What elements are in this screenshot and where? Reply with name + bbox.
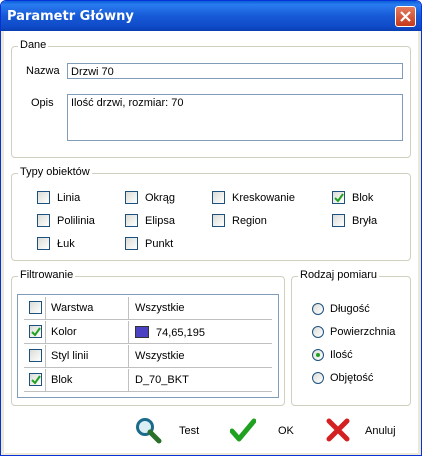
- color-swatch: [135, 326, 149, 338]
- nazwa-label: Nazwa: [26, 65, 60, 77]
- test-button[interactable]: Test: [134, 413, 214, 449]
- typ-checkbox-item[interactable]: Polilinia: [37, 214, 127, 229]
- cancel-x-icon: [326, 418, 350, 442]
- filter-value-text: 74,65,195: [156, 327, 205, 339]
- checkmark-icon: [230, 418, 256, 442]
- typ-checkbox[interactable]: [37, 237, 50, 250]
- filter-checkbox[interactable]: [29, 325, 42, 338]
- typy-group-label: Typy obiektów: [18, 166, 92, 178]
- typ-checkbox[interactable]: [332, 214, 345, 227]
- typ-checkbox-item[interactable]: Kreskowanie: [212, 191, 302, 206]
- dialog-window: Parametr Główny Dane Nazwa Drzwi 70 Opis…: [0, 0, 422, 456]
- title-bar[interactable]: Parametr Główny: [1, 1, 421, 31]
- rodzaj-radio[interactable]: [312, 326, 324, 338]
- typ-checkbox-item[interactable]: Region: [212, 214, 302, 229]
- typ-checkbox[interactable]: [125, 237, 138, 250]
- filter-cell-check: [24, 321, 46, 343]
- filter-cell-name: Kolor: [47, 321, 129, 343]
- filter-cell-name: Warstwa: [47, 297, 129, 319]
- opis-label: Opis: [31, 97, 54, 109]
- filter-value-text: D_70_BKT: [135, 374, 189, 386]
- typ-checkbox-label: Linia: [57, 192, 81, 204]
- filter-cell-value[interactable]: Wszystkie: [130, 345, 272, 367]
- typ-checkbox-item[interactable]: Okrąg: [125, 191, 215, 206]
- filter-row[interactable]: Blok D_70_BKT: [24, 369, 272, 392]
- typ-checkbox-item[interactable]: Elipsa: [125, 214, 215, 229]
- typ-checkbox[interactable]: [212, 214, 225, 227]
- typ-checkbox-label: Region: [232, 215, 267, 227]
- filter-row[interactable]: Warstwa Wszystkie: [24, 297, 272, 320]
- rodzaj-radio-item[interactable]: Powierzchnia: [312, 326, 408, 340]
- typ-checkbox-item[interactable]: Punkt: [125, 237, 215, 252]
- typ-checkbox-item[interactable]: Bryła: [332, 214, 421, 229]
- rodzaj-radio[interactable]: [312, 372, 324, 384]
- cancel-button[interactable]: Anuluj: [326, 413, 406, 449]
- dialog-body: Dane Nazwa Drzwi 70 Opis Ilość drzwi, ro…: [4, 31, 418, 453]
- check-icon: [334, 193, 344, 203]
- typ-checkbox[interactable]: [125, 191, 138, 204]
- filter-cell-value[interactable]: Wszystkie: [130, 297, 272, 319]
- rodzaj-pomiaru-group: Rodzaj pomiaru Długość Powierzchnia Ilość O…: [291, 269, 411, 406]
- filter-checkbox[interactable]: [29, 349, 42, 362]
- typ-checkbox-label: Łuk: [57, 238, 75, 250]
- typ-checkbox[interactable]: [37, 214, 50, 227]
- typ-checkbox-item[interactable]: Blok: [332, 191, 421, 206]
- rodzaj-radio-item[interactable]: Ilość: [312, 349, 408, 363]
- filter-row[interactable]: Styl linii Wszystkie: [24, 345, 272, 368]
- close-button[interactable]: [395, 6, 416, 27]
- filter-cell-name: Blok: [47, 369, 129, 391]
- check-icon: [31, 327, 41, 337]
- filter-checkbox[interactable]: [29, 301, 42, 314]
- rodzaj-radio-label: Powierzchnia: [330, 326, 396, 338]
- dane-group: Dane Nazwa Drzwi 70 Opis Ilość drzwi, ro…: [11, 39, 411, 158]
- typ-checkbox-item[interactable]: Linia: [37, 191, 127, 206]
- filter-cell-name: Styl linii: [47, 345, 129, 367]
- check-icon: [31, 375, 41, 385]
- typ-checkbox-item[interactable]: Łuk: [37, 237, 127, 252]
- typ-checkbox-label: Punkt: [145, 238, 174, 250]
- nazwa-input-value: Drzwi 70: [71, 66, 114, 78]
- typ-checkbox-label: Kreskowanie: [232, 192, 295, 204]
- typ-checkbox[interactable]: [37, 191, 50, 204]
- filter-cell-value[interactable]: 74,65,195: [130, 321, 272, 343]
- filter-cell-check: [24, 369, 46, 391]
- dane-group-label: Dane: [18, 39, 49, 51]
- typ-checkbox-label: Polilinia: [57, 215, 95, 227]
- magnifier-icon: [136, 418, 162, 444]
- rodzaj-radio-item[interactable]: Objętość: [312, 372, 408, 386]
- filter-cell-value[interactable]: D_70_BKT: [130, 369, 272, 391]
- test-button-label: Test: [179, 425, 200, 437]
- cancel-button-label: Anuluj: [365, 425, 396, 437]
- filter-checkbox[interactable]: [29, 373, 42, 386]
- filter-cell-check: [24, 297, 46, 319]
- typ-checkbox[interactable]: [332, 191, 345, 204]
- window-title: Parametr Główny: [7, 9, 134, 24]
- rodzaj-group-label: Rodzaj pomiaru: [298, 269, 380, 281]
- typ-checkbox-label: Okrąg: [145, 192, 175, 204]
- rodzaj-radio-label: Ilość: [330, 349, 353, 361]
- filtrowanie-group-label: Filtrowanie: [18, 269, 76, 281]
- opis-textarea[interactable]: Ilość drzwi, rozmiar: 70: [67, 94, 403, 141]
- rodzaj-radio[interactable]: [312, 303, 324, 315]
- filter-value-text: Wszystkie: [135, 302, 185, 314]
- typy-obiektow-group: Typy obiektów Linia Okrąg Kreskowanie Blok P…: [11, 166, 411, 261]
- typ-checkbox[interactable]: [125, 214, 138, 227]
- rodzaj-radio-item[interactable]: Długość: [312, 303, 408, 317]
- rodzaj-radio-label: Długość: [330, 303, 370, 315]
- filter-value-text: Wszystkie: [135, 350, 185, 362]
- ok-button[interactable]: OK: [230, 413, 310, 449]
- typ-checkbox-label: Elipsa: [145, 215, 175, 227]
- close-icon: [400, 11, 411, 22]
- nazwa-input[interactable]: Drzwi 70: [67, 63, 403, 79]
- filter-row[interactable]: Kolor 74,65,195: [24, 321, 272, 344]
- filter-grid: Warstwa Wszystkie Kolor 74,65,195 Styl linii…: [17, 294, 279, 398]
- ok-button-label: OK: [278, 425, 294, 437]
- typ-checkbox-label: Blok: [352, 192, 374, 204]
- opis-textarea-value: Ilość drzwi, rozmiar: 70: [71, 97, 184, 109]
- typ-checkbox-label: Bryła: [352, 215, 378, 227]
- rodzaj-radio-label: Objętość: [330, 372, 374, 384]
- typ-checkbox[interactable]: [212, 191, 225, 204]
- filter-cell-check: [24, 345, 46, 367]
- rodzaj-radio[interactable]: [312, 349, 324, 361]
